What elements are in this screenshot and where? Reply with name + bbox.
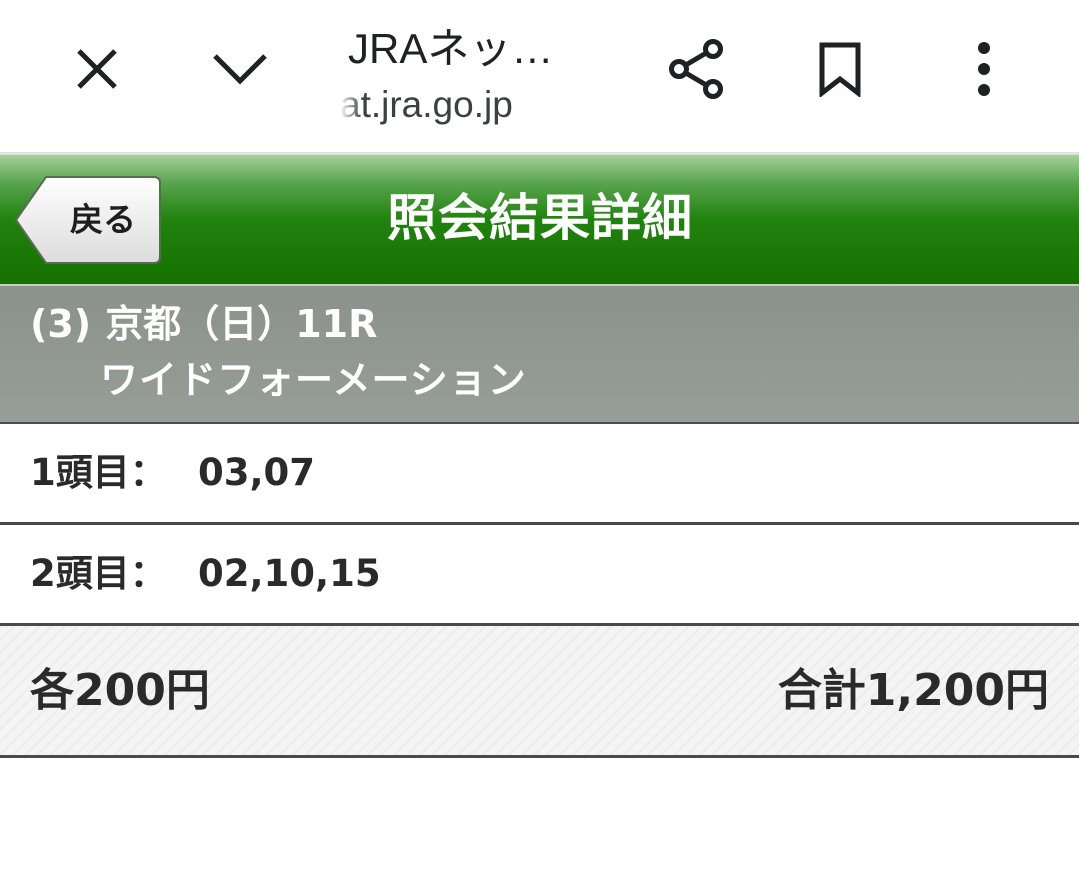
bookmark-icon xyxy=(819,42,861,97)
race-venue: 京都（日）11R xyxy=(105,302,378,346)
browser-toolbar: JRAネッ… at.jra.go.jp xyxy=(0,0,1079,152)
selection-row: 2頭目： 02,10,15 xyxy=(0,525,1079,626)
back-button-label: 戻る xyxy=(70,200,136,239)
race-info: (3) 京都（日）11R ワイドフォーメーション xyxy=(0,284,1079,424)
close-button[interactable] xyxy=(52,24,142,114)
totals-row: 各200円 合計1,200円 xyxy=(0,626,1079,758)
share-button[interactable] xyxy=(651,24,741,114)
more-vert-icon xyxy=(978,42,990,96)
collapse-button[interactable] xyxy=(195,24,285,114)
selection-label: 1頭目： xyxy=(30,451,167,494)
page-url: at.jra.go.jp xyxy=(340,84,513,125)
share-icon xyxy=(669,39,723,99)
total-price: 合計1,200円 xyxy=(777,665,1049,716)
url-bar[interactable]: JRAネッ… at.jra.go.jp xyxy=(340,14,610,134)
page-heading: 照会結果詳細 xyxy=(387,189,693,247)
page-header: 戻る 照会結果詳細 xyxy=(0,152,1079,284)
selection-row: 1頭目： 03,07 xyxy=(0,424,1079,525)
chevron-down-icon xyxy=(213,54,267,85)
url-fade xyxy=(340,80,362,130)
selection-value: 03,07 xyxy=(198,451,316,494)
page-title: JRAネッ… xyxy=(348,25,554,72)
unit-price: 各200円 xyxy=(30,665,210,716)
close-icon xyxy=(77,49,117,89)
race-number: (3) xyxy=(30,302,92,346)
back-button[interactable]: 戻る xyxy=(14,175,162,265)
selection-value: 02,10,15 xyxy=(198,552,381,595)
selection-label: 2頭目： xyxy=(30,552,167,595)
race-line: (3) 京都（日）11R xyxy=(30,298,377,350)
more-menu-button[interactable] xyxy=(939,24,1029,114)
bookmark-button[interactable] xyxy=(795,24,885,114)
bet-type: ワイドフォーメーション xyxy=(100,358,527,402)
